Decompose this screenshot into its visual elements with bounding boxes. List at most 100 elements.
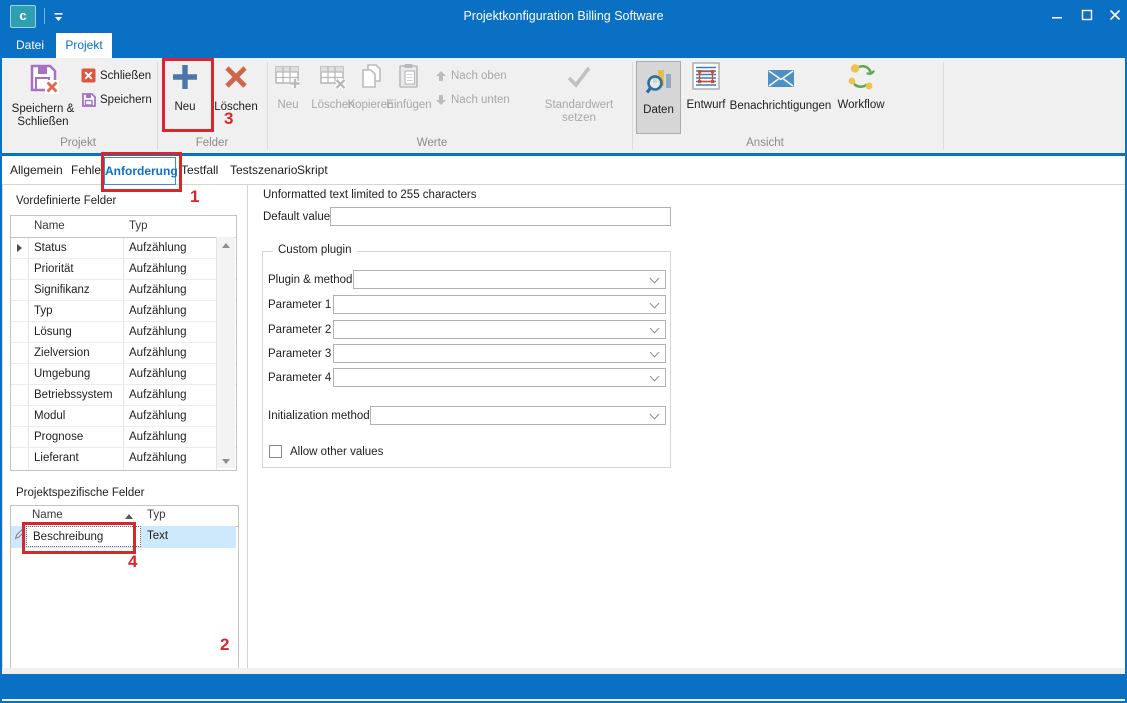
cell-typ[interactable]: Aufzählung [129, 431, 187, 443]
set-default-value-label: Standardwert setzen [536, 99, 622, 125]
tab-allgemein[interactable]: Allgemein [10, 163, 63, 177]
initialization-method-select[interactable] [370, 406, 666, 425]
parameter4-select[interactable] [333, 368, 666, 387]
plugin-method-select[interactable] [353, 270, 666, 289]
ribbon-tab-projekt[interactable]: Projekt [56, 33, 112, 58]
cell-typ[interactable]: Aufzählung [129, 410, 187, 422]
parameter3-label: Parameter 3 [268, 348, 331, 360]
cell-typ[interactable]: Text [147, 530, 168, 542]
tab-fehler[interactable]: Fehler [71, 163, 105, 177]
close-button[interactable] [1100, 0, 1127, 30]
ribbon-tab-datei[interactable]: Datei [8, 33, 52, 58]
cell-typ[interactable]: Aufzählung [129, 305, 187, 317]
annotation-number-2: 2 [220, 635, 229, 655]
annotation-rect-neu-button [162, 58, 214, 132]
predefined-fields-table: Name Typ Status Aufzählung Priorität Auf… [10, 215, 237, 471]
cell-name[interactable]: Typ [34, 305, 53, 317]
view-workflow-button[interactable]: Workflow [832, 61, 890, 112]
annotation-rect-anforderung-tab [101, 152, 182, 192]
view-data-label: Daten [643, 104, 674, 117]
plugin-method-label: Plugin & method [268, 274, 352, 286]
cell-typ[interactable]: Aufzählung [129, 263, 187, 275]
allow-other-values-checkbox[interactable] [269, 445, 282, 458]
cell-name[interactable]: Umgebung [34, 368, 90, 380]
panel-splitter[interactable] [247, 185, 248, 674]
minimize-button[interactable] [1042, 0, 1072, 30]
cell-name[interactable]: Zielversion [34, 347, 90, 359]
ribbon-tab-row: Datei Projekt [0, 32, 1127, 58]
view-notifications-button[interactable]: Benachrichtigungen [730, 61, 831, 113]
parameter1-label: Parameter 1 [268, 299, 331, 311]
delete-field-label: Löschen [214, 101, 257, 114]
allow-other-values-label: Allow other values [290, 446, 383, 458]
cell-typ[interactable]: Aufzählung [129, 389, 187, 401]
default-value-input[interactable] [330, 207, 671, 226]
vertical-scrollbar[interactable] [216, 237, 235, 468]
scroll-up-icon[interactable] [217, 243, 235, 248]
cell-typ[interactable]: Aufzählung [129, 284, 187, 296]
cell-typ[interactable]: Aufzählung [129, 368, 187, 380]
cell-typ[interactable]: Aufzählung [129, 452, 187, 464]
save-icon [81, 92, 96, 107]
cell-name[interactable]: Modul [34, 410, 65, 422]
close-project-button[interactable]: Schließen [81, 68, 151, 83]
maximize-button[interactable] [1072, 0, 1102, 30]
cell-typ[interactable]: Aufzählung [129, 347, 187, 359]
cell-name[interactable]: Priorität [34, 263, 74, 275]
group-separator [632, 62, 633, 150]
cell-typ[interactable]: Aufzählung [129, 326, 187, 338]
ribbon-group-label-projekt: Projekt [30, 137, 126, 151]
titlebar: c Projektkonfiguration Billing Software [0, 0, 1127, 32]
cell-name[interactable]: Prognose [34, 431, 83, 443]
close-red-icon [81, 68, 96, 83]
column-header-name[interactable]: Name [32, 509, 63, 521]
mail-icon [765, 64, 797, 95]
view-notifications-label: Benachrichtigungen [730, 100, 832, 113]
parameter1-select[interactable] [333, 295, 666, 314]
cell-name[interactable]: Signifikanz [34, 284, 90, 296]
save-project-button[interactable]: Speichern [81, 92, 152, 107]
view-design-label: Entwurf [687, 99, 726, 112]
annotation-number-4: 4 [128, 552, 137, 572]
tab-skript[interactable]: Skript [297, 163, 328, 177]
check-icon [564, 61, 594, 94]
app-window: c Projektkonfiguration Billing Software … [0, 0, 1127, 703]
parameter3-select[interactable] [333, 344, 666, 363]
cell-name[interactable]: Lieferant [34, 452, 79, 464]
workflow-icon [846, 61, 876, 94]
field-type-caption: Unformatted text limited to 255 characte… [263, 189, 477, 201]
cell-typ[interactable]: Aufzählung [129, 242, 187, 254]
window-left-border [0, 32, 2, 703]
initialization-method-label: Initialization method [268, 410, 370, 422]
view-data-button[interactable]: Daten [636, 61, 681, 134]
save-and-close-button[interactable]: Speichern & Schließen [5, 61, 81, 129]
data-search-icon [645, 66, 673, 99]
project-fields-title: Projektspezifische Felder [16, 487, 144, 499]
custom-plugin-group-title: Custom plugin [273, 244, 357, 256]
arrow-up-icon [435, 70, 447, 82]
column-header-typ[interactable]: Typ [129, 220, 148, 232]
cell-name[interactable]: Lösung [34, 326, 72, 338]
new-value-label: Neu [277, 99, 298, 112]
save-close-icon [26, 61, 60, 98]
arrow-down-icon [435, 94, 447, 106]
design-icon [691, 61, 721, 94]
paste-value-button: Einfügen [382, 61, 436, 112]
save-project-label: Speichern [100, 94, 152, 106]
delete-field-button[interactable]: Löschen [209, 61, 263, 114]
parameter4-label: Parameter 4 [268, 372, 331, 384]
parameter2-label: Parameter 2 [268, 324, 331, 336]
cell-name[interactable]: Betriebssystem [34, 389, 113, 401]
column-header-typ[interactable]: Typ [147, 509, 166, 521]
tab-testszenario[interactable]: Testszenario [230, 163, 297, 177]
move-up-label: Nach oben [451, 70, 507, 82]
column-header-name[interactable]: Name [34, 220, 65, 232]
table-header: Name Typ [11, 216, 236, 238]
cell-name[interactable]: Status [34, 242, 67, 254]
parameter2-select[interactable] [333, 320, 666, 339]
window-title: Projektkonfiguration Billing Software [0, 0, 1127, 32]
group-separator [157, 62, 158, 150]
view-design-button[interactable]: Entwurf [682, 61, 730, 112]
tab-testfall[interactable]: Testfall [181, 163, 218, 177]
scroll-down-icon[interactable] [217, 459, 235, 464]
